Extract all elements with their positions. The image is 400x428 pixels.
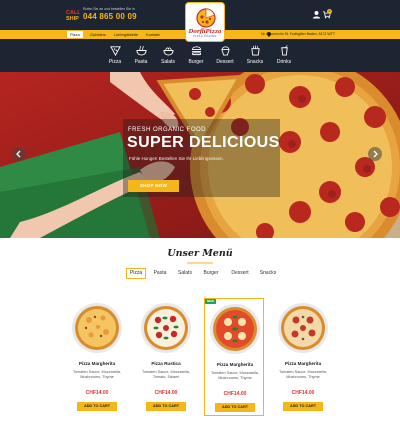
store-address: Nr 4&uuml;rrin St. Furthgifen Baden, 817… [261, 32, 335, 36]
burger-icon [191, 46, 201, 56]
top-header: CALL SHIP Rufen Sie an und bestellen Sie… [0, 0, 400, 42]
category-bar: Pizza Pasta Salats Burger Dessert Snacks… [0, 39, 400, 72]
category-label: Pizza [108, 59, 122, 65]
site-logo[interactable]: DorfliPizza PIZZA KURIER [185, 2, 225, 42]
product-price: CHF14.00 [223, 391, 247, 397]
slider-next-button[interactable] [368, 147, 382, 161]
cart-count-badge: 0 [327, 9, 332, 14]
chevron-right-icon [373, 150, 378, 158]
user-icon[interactable] [312, 10, 321, 19]
menu-tab-snacks[interactable]: Snacks [257, 268, 279, 279]
product-name: Pizza Rustica [151, 361, 181, 366]
pizza-logo-icon [196, 8, 216, 28]
product-price: CHF14.00 [85, 390, 109, 396]
nav-kontakt[interactable]: Kontakt [146, 32, 160, 37]
product-description: Tomaten Sauce, Mozzarella, Mushrooms, Th… [211, 371, 259, 380]
product-description: Tomaten Sauce, Mozzarella, Mushrooms, Th… [73, 370, 121, 379]
product-card[interactable]: Pizza Rustica Tomaten Sauce, Mozzarella,… [136, 298, 196, 416]
logo-subtitle: PIZZA KURIER [193, 35, 217, 38]
category-snacks[interactable]: Snacks [242, 45, 268, 69]
pizza-slice-icon [109, 46, 121, 56]
product-card[interactable]: Pizza Margherita Tomaten Sauce, Mozzarel… [273, 298, 333, 416]
category-pasta[interactable]: Pasta [128, 45, 154, 69]
hero-text: Fühle Hunger! Bestellen Sie Ihr Liebling… [129, 156, 224, 161]
add-to-cart-button[interactable]: ADD TO CART [283, 402, 323, 411]
product-description: Tomaten Sauce, Mozzarella, Tomato, Salam… [142, 370, 190, 379]
product-price: CHF14.00 [291, 390, 315, 396]
call-to-order-text: Rufen Sie an und bestellen Sie in [83, 7, 135, 11]
product-name: Pizza Margherita [78, 361, 116, 366]
nav-pizza[interactable]: Pizza [67, 31, 83, 38]
category-pizza[interactable]: Pizza [102, 45, 128, 69]
category-label: Pasta [134, 59, 148, 65]
category-label: Dessert [216, 59, 234, 65]
nav-gutscheins[interactable]: Gutcbins [90, 32, 106, 37]
category-dessert[interactable]: Dessert [212, 45, 238, 69]
shop-now-button[interactable]: SHOP NOW [128, 180, 179, 192]
menu-tab-pasta[interactable]: Pasta [150, 268, 170, 279]
menu-tab-salats[interactable]: Salats [174, 268, 196, 279]
phone-number[interactable]: 044 865 00 09 [83, 12, 137, 21]
snacks-icon [250, 45, 260, 56]
new-badge: NEW [205, 299, 216, 304]
menu-tab-dessert[interactable]: Dessert [228, 268, 252, 279]
menu-section-title: Unser Menü [167, 248, 233, 259]
pizza-margherita-image [210, 304, 260, 354]
pizza-rustica-image [141, 303, 191, 353]
category-label: Salats [161, 59, 175, 65]
hero-kicker: FRESH ORGANIC FOOD [128, 127, 207, 133]
menu-tab-pizza[interactable]: Pizza [126, 268, 146, 279]
add-to-cart-button[interactable]: ADD TO CART [146, 402, 186, 411]
product-card[interactable]: Pizza Margherita Tomaten Sauce, Mozzarel… [67, 298, 127, 416]
slider-prev-button[interactable] [12, 147, 26, 161]
add-to-cart-button[interactable]: ADD TO CART [215, 403, 255, 412]
category-label: Burger [188, 59, 204, 65]
category-label: Snacks [246, 59, 264, 65]
product-price: CHF14.00 [154, 390, 178, 396]
product-name: Pizza Margherita [216, 362, 254, 367]
hero-title: SUPER DELICIOUS [127, 134, 280, 151]
category-burger[interactable]: Burger [183, 45, 209, 69]
pizza-margherita-image [72, 303, 122, 353]
drink-cup-icon [280, 45, 288, 56]
title-underline-ornament [187, 262, 213, 264]
pasta-icon [135, 45, 147, 56]
chevron-left-icon [16, 150, 21, 158]
product-description: Tomaten Sauce, Mozzarella, Mushrooms, Th… [279, 370, 327, 379]
menu-tab-burger[interactable]: Burger [200, 268, 222, 279]
product-card-highlighted[interactable]: Pizza Margherita Tomaten Sauce, Mozzarel… [204, 298, 264, 416]
dessert-icon [220, 46, 230, 56]
call-and-ship-icon: CALL SHIP [66, 10, 80, 22]
pizza-margherita-image [278, 303, 328, 353]
product-name: Pizza Margherita [284, 361, 322, 366]
category-label: Drinks [276, 59, 292, 65]
category-salats[interactable]: Salats [155, 45, 181, 69]
category-drinks[interactable]: Drinks [271, 45, 297, 69]
svg-text:SHIP: SHIP [66, 16, 79, 22]
add-to-cart-button[interactable]: ADD TO CART [77, 402, 117, 411]
hero-slider: FRESH ORGANIC FOOD SUPER DELICIOUS Fühle… [0, 72, 400, 238]
nav-liefergebiete[interactable]: Liefergäbleite [114, 32, 138, 37]
salad-icon [162, 47, 174, 56]
